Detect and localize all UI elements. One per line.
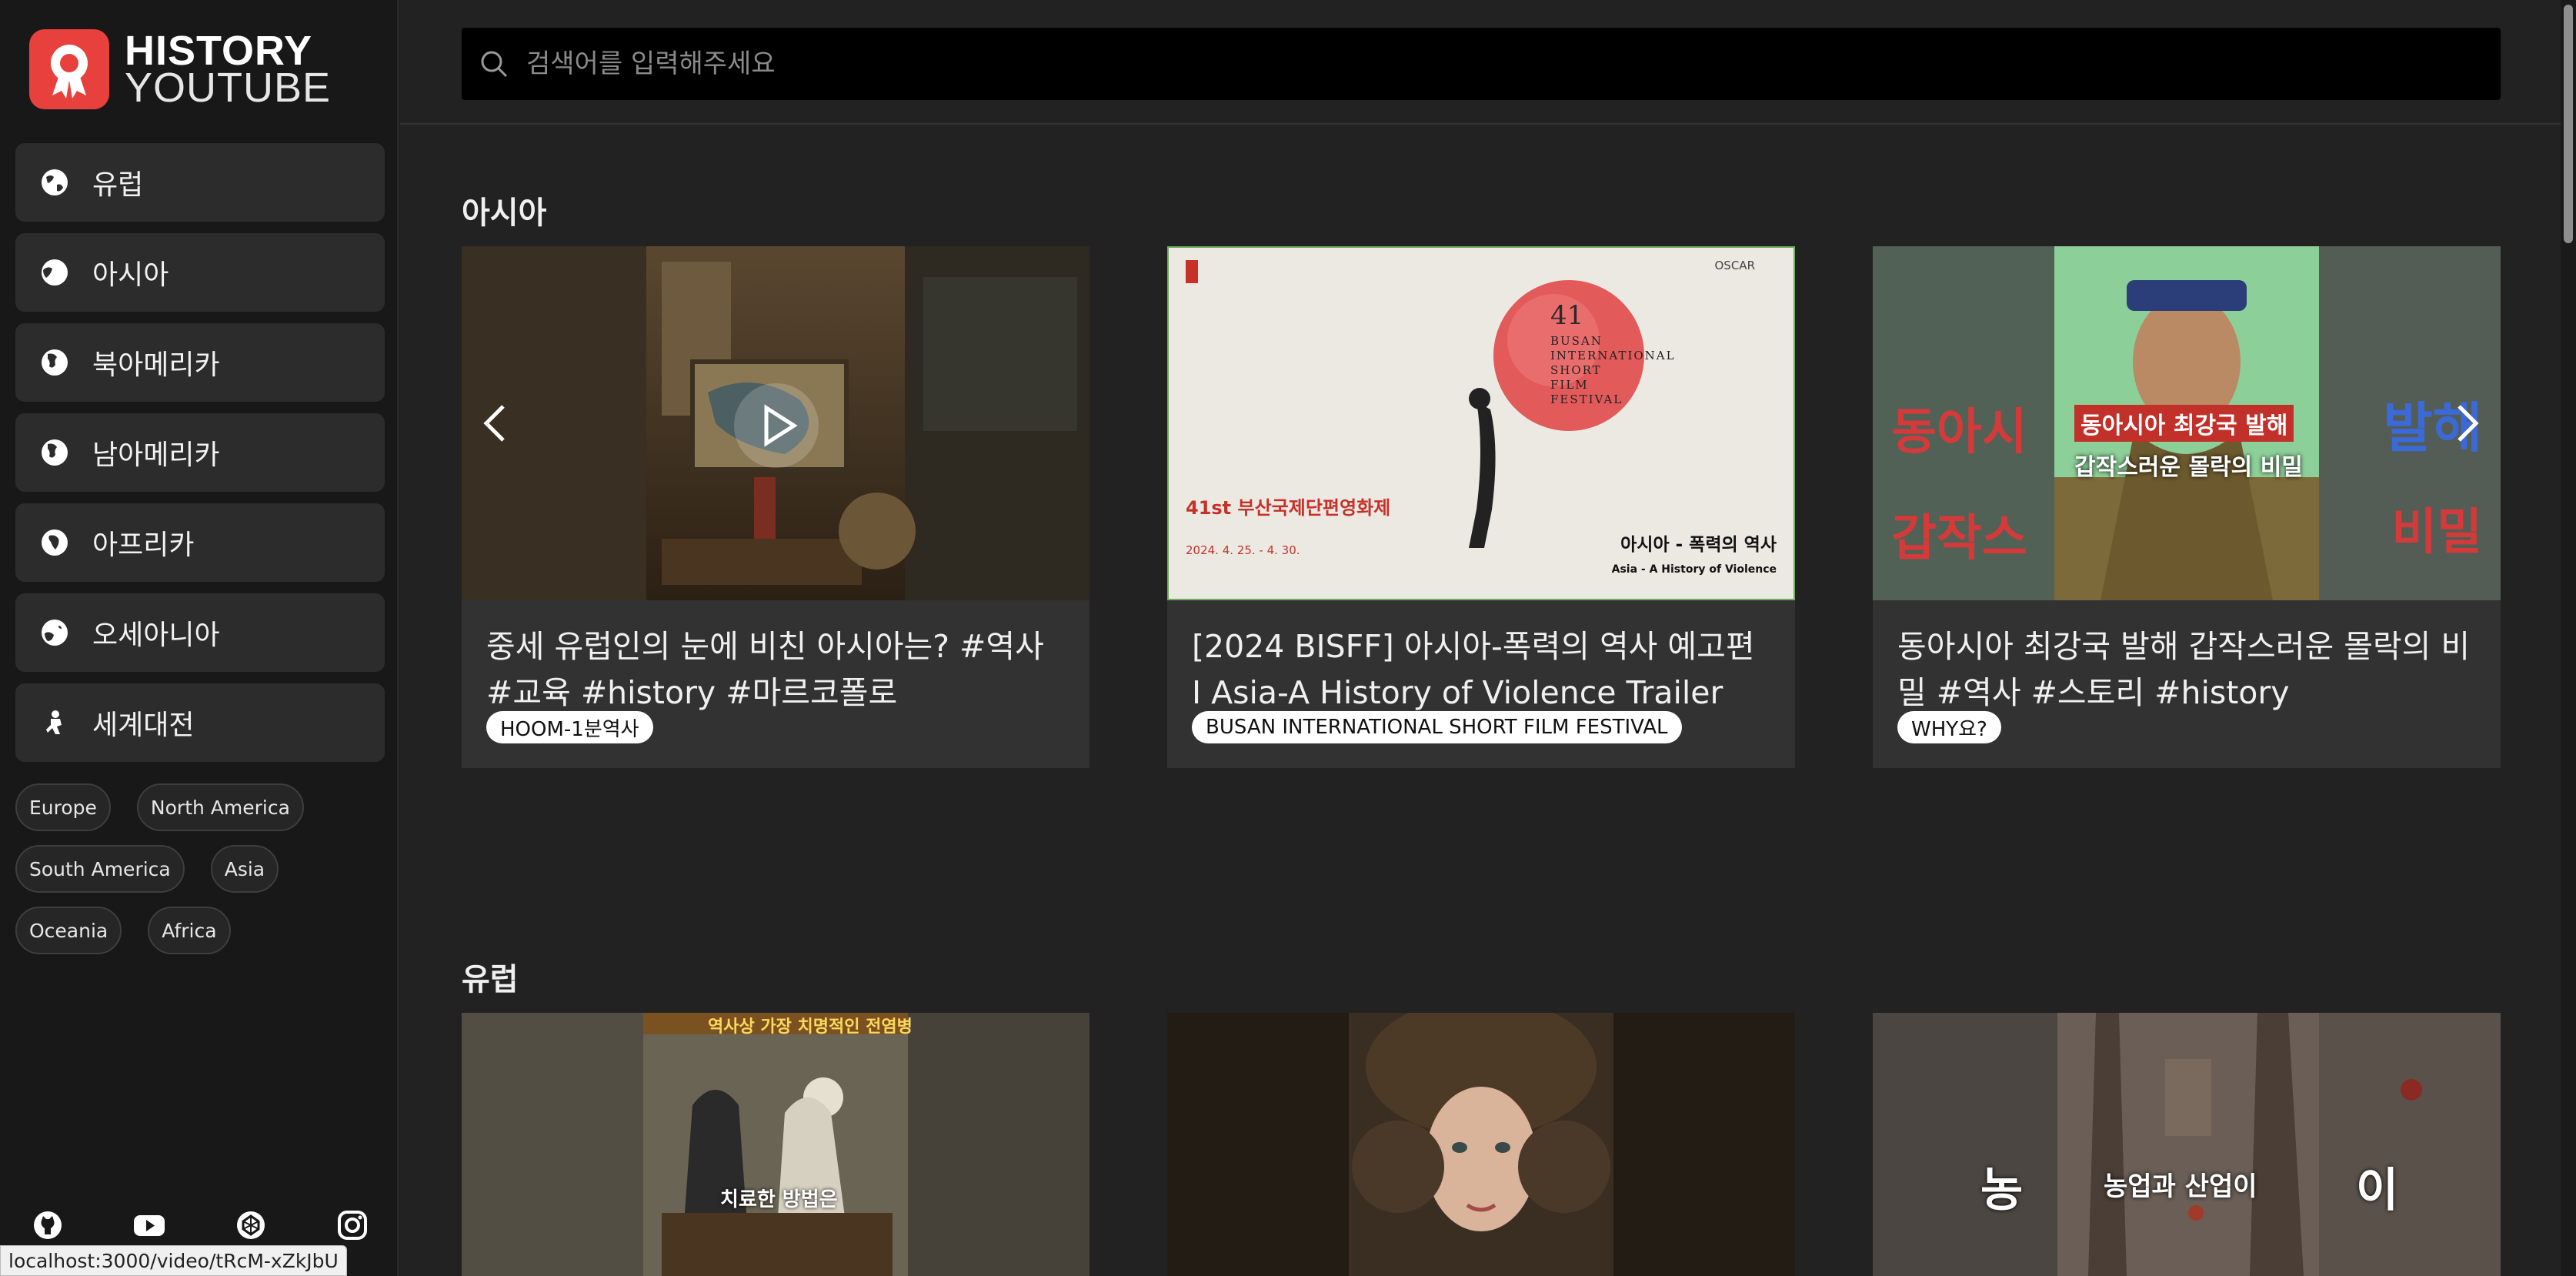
thumb-caption-bottom: 갑작스러운 몰락의 비밀 — [2074, 454, 2303, 481]
nav-item-world-war[interactable]: 세계대전 — [15, 683, 385, 762]
github-icon[interactable] — [31, 1208, 65, 1242]
tag-north-america[interactable]: North America — [136, 783, 304, 831]
nav-item-south-america[interactable]: 남아메리카 — [15, 413, 385, 492]
soldier-icon — [46, 710, 62, 734]
codepen-icon[interactable] — [234, 1208, 268, 1242]
nav-item-north-america[interactable]: 북아메리카 — [15, 323, 385, 402]
search-input[interactable] — [526, 48, 2450, 79]
globe-africa-icon — [42, 529, 68, 556]
thumb-text-right2: 비밀 — [2391, 504, 2482, 561]
thumb-caption: 역사상 가장 치명적인 전염병 — [708, 1017, 913, 1037]
nav-item-oceania[interactable]: 오세아니아 — [15, 593, 385, 672]
video-thumbnail[interactable] — [1167, 1013, 1795, 1276]
instagram-icon[interactable] — [335, 1208, 369, 1242]
bisff-kr: 41st 부산국제단편영화제 — [1186, 497, 1391, 519]
video-thumbnail[interactable] — [462, 246, 1089, 600]
tag-europe[interactable]: Europe — [15, 783, 111, 831]
section-title-asia: 아시아 — [462, 195, 547, 231]
globe-americas-icon — [42, 349, 68, 376]
bisff-dates: 2024. 4. 25. - 4. 30. — [1186, 543, 1300, 557]
globe-asia-icon — [42, 259, 68, 286]
tag-list: Europe North America South America Asia … — [15, 783, 377, 968]
nav-item-europe[interactable]: 유럽 — [15, 143, 385, 222]
tag-asia[interactable]: Asia — [210, 845, 279, 893]
thumb-text-left: 농 — [1980, 1164, 2024, 1218]
globe-oceania-icon — [42, 620, 68, 646]
video-thumbnail[interactable]: 농 농업과 산업이 이 — [1873, 1013, 2501, 1276]
tag-oceania[interactable]: Oceania — [15, 907, 122, 954]
video-card[interactable]: 농 농업과 산업이 이 — [1873, 1013, 2501, 1276]
scrollbar[interactable] — [2561, 0, 2576, 1276]
nav-label: 남아메리카 — [92, 439, 220, 471]
video-card[interactable]: 역사상 가장 치명적인 전염병 치료한 방법은 — [462, 1013, 1089, 1276]
video-card[interactable] — [1167, 1013, 1795, 1276]
carousel-prev-icon[interactable] — [472, 400, 519, 446]
social-links — [31, 1208, 369, 1242]
channel-badge[interactable]: BUSAN INTERNATIONAL SHORT FILM FESTIVAL — [1192, 711, 1682, 743]
video-card[interactable]: 중세 유럽인의 눈에 비친 아시아는? #역사 #교육 #history #마르… — [462, 246, 1089, 768]
globe-europe-icon — [42, 169, 68, 195]
video-card[interactable]: 41 BUSAN INTERNATIONAL SHORT FILM FESTIV… — [1167, 246, 1795, 768]
thumb-caption-top: 동아시아 최강국 발해 — [2074, 405, 2294, 442]
logo-subtitle: YOUTUBE — [125, 65, 332, 111]
video-row-asia: 중세 유럽인의 눈에 비친 아시아는? #역사 #교육 #history #마르… — [462, 246, 2501, 768]
tag-africa[interactable]: Africa — [148, 907, 231, 954]
nav-item-asia[interactable]: 아시아 — [15, 233, 385, 312]
category-nav: 유럽 아시아 북아메리카 남아메리카 아프리카 오세아니아 세계대전 — [15, 143, 385, 773]
nav-label: 아시아 — [92, 259, 169, 291]
video-thumbnail[interactable]: 동아시 갑작스 발해 비밀 동아시아 최강국 발해 갑작스러운 몰락의 비밀 — [1873, 246, 2501, 600]
nav-label: 유럽 — [92, 169, 144, 201]
nav-label: 오세아니아 — [92, 620, 220, 651]
video-thumbnail[interactable]: 41 BUSAN INTERNATIONAL SHORT FILM FESTIV… — [1167, 246, 1795, 600]
channel-badge[interactable]: WHY요? — [1897, 711, 2001, 743]
search-icon — [481, 51, 508, 78]
logo[interactable]: HISTORY YOUTUBE — [29, 29, 331, 109]
logo-title: HISTORY — [125, 28, 313, 74]
play-button[interactable] — [734, 383, 819, 468]
scroll-thumb[interactable] — [2564, 5, 2573, 243]
thumb-caption: 농업과 산업이 — [2104, 1171, 2257, 1202]
thumb-subcaption: 치료한 방법은 — [720, 1188, 838, 1211]
play-icon — [764, 404, 798, 447]
thumb-text-right: 이 — [2356, 1164, 2399, 1218]
nav-label: 세계대전 — [92, 710, 195, 741]
tag-south-america[interactable]: South America — [15, 845, 185, 893]
sidebar: HISTORY YOUTUBE 유럽 아시아 북아메리카 남아메리카 아프리카 … — [0, 0, 399, 1276]
nav-label: 북아메리카 — [92, 349, 220, 381]
thumb-text-left2: 갑작스 — [1891, 510, 2027, 567]
channel-badge[interactable]: HOOM-1분역사 — [486, 711, 653, 743]
carousel-next-icon[interactable] — [2444, 400, 2490, 446]
section-title-europe: 유럽 — [462, 962, 519, 997]
video-card[interactable]: 동아시 갑작스 발해 비밀 동아시아 최강국 발해 갑작스러운 몰락의 비밀 동… — [1873, 246, 2501, 768]
nav-label: 아프리카 — [92, 529, 195, 561]
nav-item-africa[interactable]: 아프리카 — [15, 503, 385, 582]
award-icon — [29, 29, 109, 109]
bisff-number: 41 — [1550, 300, 1584, 331]
oscar-label: OSCAR — [1714, 259, 1756, 272]
globe-americas-icon — [42, 439, 68, 466]
video-thumbnail[interactable]: 역사상 가장 치명적인 전염병 치료한 방법은 — [462, 1013, 1089, 1276]
thumb-text-left: 동아시 — [1891, 404, 2027, 461]
status-url: localhost:3000/video/tRcM-xZkJbU — [0, 1245, 347, 1276]
bisff-title-en: Asia - A History of Violence — [1611, 563, 1777, 576]
search-bar[interactable] — [462, 28, 2501, 100]
video-row-europe: 역사상 가장 치명적인 전염병 치료한 방법은 농 농업과 산업이 이 — [462, 1013, 2501, 1276]
bisff-title-kr: 아시아 - 폭력의 역사 — [1620, 535, 1777, 555]
top-bar — [400, 0, 2561, 125]
youtube-icon[interactable] — [132, 1208, 166, 1242]
bisff-name: BUSAN INTERNATIONAL SHORT FILM FESTIVAL — [1550, 334, 1676, 406]
